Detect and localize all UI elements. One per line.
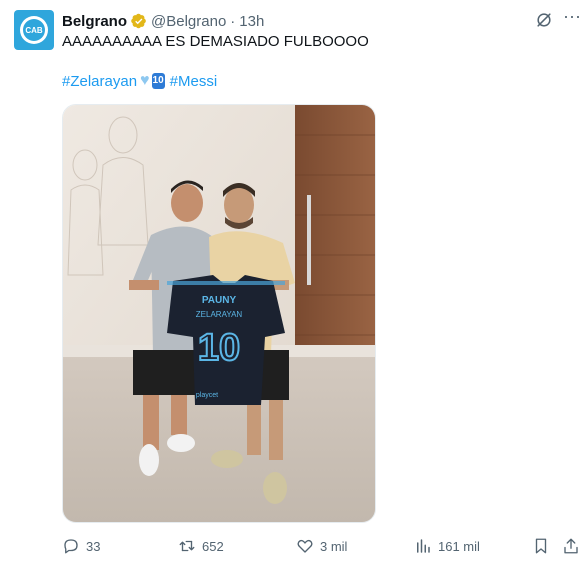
author-handle[interactable]: @Belgrano — [151, 13, 226, 30]
views-button[interactable]: 161 mil — [414, 534, 480, 558]
keycap-ten-emoji: 10 — [151, 73, 165, 89]
blue-heart-emoji: ♥ — [140, 72, 150, 89]
tweet-header: Belgrano @Belgrano · 13h — [62, 11, 528, 31]
repost-button[interactable]: 652 — [178, 534, 224, 558]
jersey-number: 10 — [198, 327, 240, 369]
separator-dot: · — [230, 12, 236, 30]
jersey-footer: playcet — [196, 392, 218, 399]
tweet-actions: 33 652 3 mil 161 mil — [0, 534, 588, 558]
tweet[interactable]: CAB Belgrano @Belgrano · 13h ··· AAAAAAA… — [0, 0, 588, 563]
tweet-photo[interactable]: PAUNY ZELARAYAN 10 playcet — [62, 104, 376, 523]
jersey-name: ZELARAYAN — [196, 310, 243, 319]
grok-icon[interactable] — [534, 10, 554, 30]
reply-count: 33 — [86, 538, 101, 554]
more-options-icon[interactable]: ··· — [562, 7, 582, 30]
repost-count: 652 — [202, 538, 224, 554]
bookmark-icon — [535, 538, 547, 554]
views-icon — [417, 539, 430, 553]
tweet-hashtags: #Zelarayan ♥ 10 #Messi — [62, 72, 217, 90]
tweet-text: AAAAAAAAAA ES DEMASIADO FULBOOOO — [62, 33, 369, 50]
share-button[interactable] — [562, 534, 580, 558]
photo-image: PAUNY ZELARAYAN 10 playcet — [63, 105, 375, 522]
repost-icon — [179, 540, 195, 552]
view-count: 161 mil — [438, 538, 480, 554]
jersey-sponsor: PAUNY — [202, 295, 237, 306]
hashtag-messi[interactable]: #Messi — [170, 73, 218, 90]
like-count: 3 mil — [320, 538, 348, 554]
share-icon — [564, 538, 578, 554]
avatar[interactable]: CAB — [14, 10, 54, 50]
bookmark-button[interactable] — [532, 534, 550, 558]
club-crest-icon: CAB — [20, 16, 48, 44]
reply-icon — [64, 539, 78, 554]
heart-icon — [297, 539, 313, 553]
author-name[interactable]: Belgrano — [62, 13, 127, 30]
hashtag-zelarayan[interactable]: #Zelarayan — [62, 73, 137, 90]
reply-button[interactable]: 33 — [62, 534, 100, 558]
timestamp[interactable]: 13h — [239, 13, 264, 30]
verified-badge-icon — [131, 13, 146, 29]
like-button[interactable]: 3 mil — [296, 534, 347, 558]
